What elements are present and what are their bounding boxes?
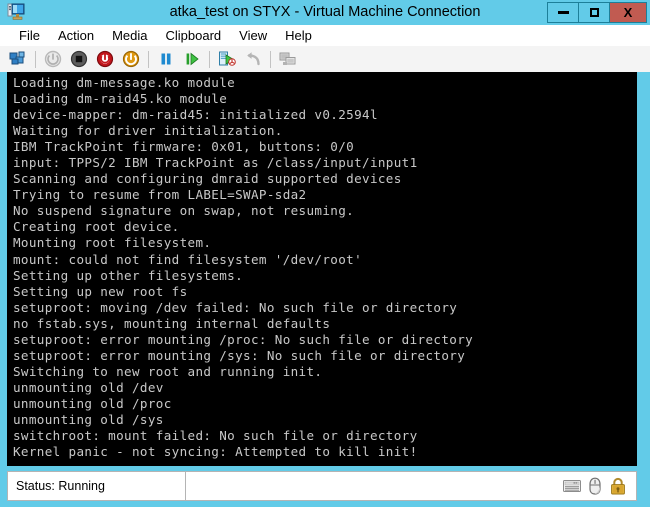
maximize-icon [589,8,599,17]
console-line: Loading dm-message.ko module [13,75,236,90]
menu-item-help[interactable]: Help [276,25,321,46]
console-line: Setting up new root fs [13,283,188,299]
status-bar: Status: Running [7,471,637,501]
shutdown-icon[interactable] [66,47,92,71]
vm-connection-window: atka_test on STYX - Virtual Machine Conn… [0,0,650,507]
toolbar-separator [209,50,210,68]
console-line: input: TPPS/2 IBM TrackPoint as /class/i… [13,155,418,171]
console-line: Trying to resume from LABEL=SWAP-sda2 [13,187,307,203]
maximize-button[interactable] [578,2,610,23]
toolbar-separator [35,50,36,68]
menu-item-media[interactable]: Media [103,25,156,46]
status-cell: Status: Running [8,472,186,500]
start-icon[interactable] [40,47,66,71]
vm-console-screen[interactable]: Loading dm-message.ko module Loading dm-… [7,72,637,466]
console-line: Switching to new root and running init. [13,363,323,379]
enhanced-session-icon[interactable] [275,47,301,71]
toolbar [0,46,650,72]
menu-item-file[interactable]: File [10,25,49,46]
minimize-icon [557,11,569,14]
ctrl-alt-delete-icon[interactable] [5,47,31,71]
console-line: Loading dm-raid45.ko module [13,91,228,107]
console-line: setuproot: moving /dev failed: No such f… [13,299,458,315]
window-controls: X [547,2,647,23]
console-line: Setting up other filesystems. [13,267,244,283]
save-state-icon[interactable] [118,47,144,71]
console-line: switchroot: mount failed: No such file o… [13,428,418,444]
status-spacer [186,472,562,500]
console-line: Waiting for driver initialization. [13,123,283,139]
close-icon: X [623,5,633,20]
snapshot-icon[interactable] [214,47,240,71]
vm-screen-frame: Loading dm-message.ko module Loading dm-… [0,72,650,468]
console-line: device-mapper: dm-raid45: initialized v0… [13,107,378,123]
title-bar: atka_test on STYX - Virtual Machine Conn… [0,0,650,25]
console-line: setuproot: error mounting /sys: No such … [13,347,466,363]
lock-icon[interactable] [608,476,628,496]
pause-icon[interactable] [153,47,179,71]
console-line: no fstab.sys, mounting internal defaults [13,315,331,331]
status-icon-group [562,476,636,496]
menu-bar: File Action Media Clipboard View Help [0,25,650,46]
console-line: Creating root device. [13,219,180,235]
menu-item-view[interactable]: View [230,25,276,46]
console-line: Scanning and configuring dmraid supporte… [13,171,402,187]
revert-icon[interactable] [240,47,266,71]
keyboard-icon[interactable] [562,476,582,496]
toolbar-separator [270,50,271,68]
resume-icon[interactable] [179,47,205,71]
console-line: mount: could not find filesystem '/dev/r… [13,251,363,267]
console-output: Loading dm-message.ko module Loading dm-… [7,72,637,460]
console-line: Mounting root filesystem. [13,235,212,251]
console-line: IBM TrackPoint firmware: 0x01, buttons: … [13,139,355,155]
mouse-icon[interactable] [585,476,605,496]
toolbar-separator [148,50,149,68]
console-line: unmounting old /proc [13,395,172,411]
console-line: unmounting old /dev [13,379,164,395]
menu-item-clipboard[interactable]: Clipboard [157,25,231,46]
console-line: No suspend signature on swap, not resumi… [13,203,355,219]
menu-item-action[interactable]: Action [49,25,103,46]
turn-off-icon[interactable] [92,47,118,71]
console-line: setuproot: error mounting /proc: No such… [13,331,474,347]
minimize-button[interactable] [547,2,579,23]
status-label: Status: Running [16,479,105,493]
close-button[interactable]: X [609,2,647,23]
console-line: Kernel panic - not syncing: Attempted to… [13,444,418,460]
console-line: unmounting old /sys [13,411,164,427]
